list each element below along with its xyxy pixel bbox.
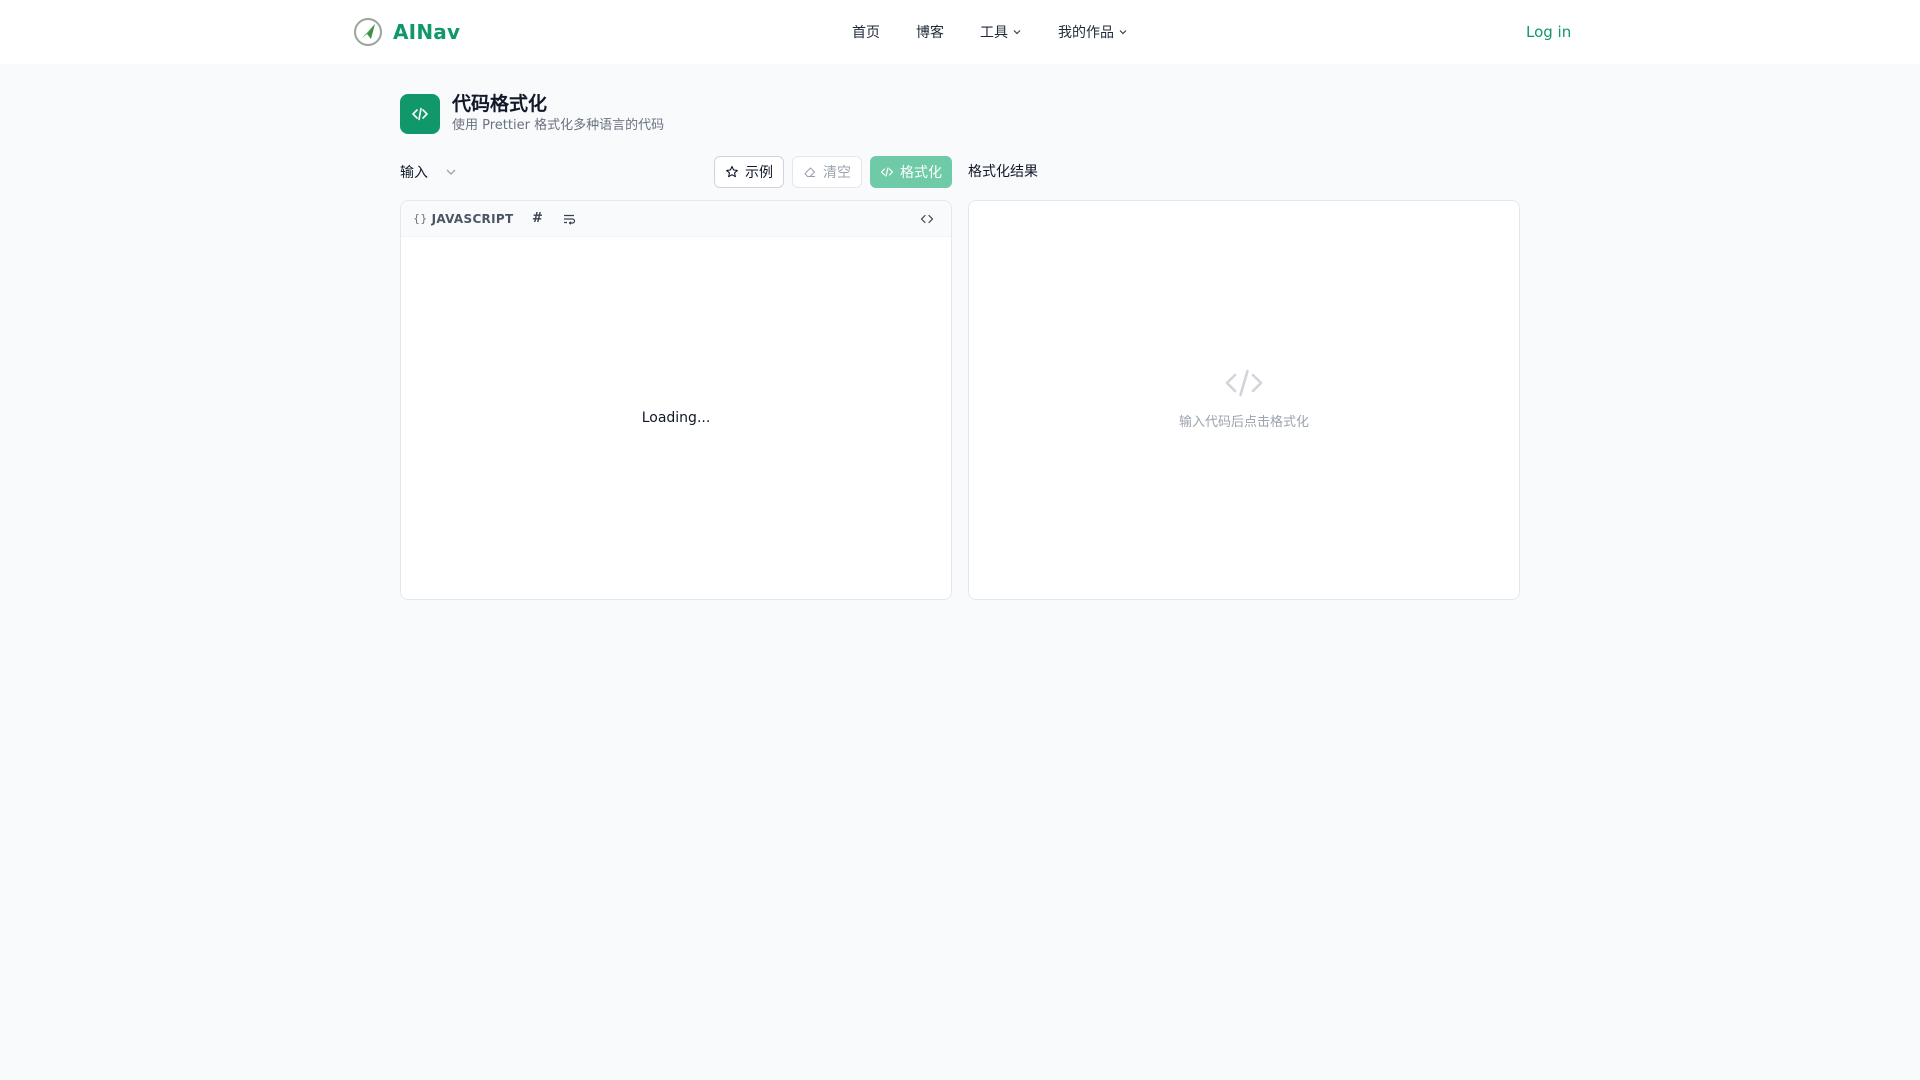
hash-icon: # bbox=[532, 211, 543, 226]
result-empty-text: 输入代码后点击格式化 bbox=[1178, 415, 1309, 430]
clear-button-label: 清空 bbox=[823, 165, 851, 181]
brand-link[interactable]: AINav bbox=[353, 16, 460, 48]
tool-text: 代码格式化 使用 Prettier 格式化多种语言的代码 bbox=[452, 92, 664, 135]
language-label: JAVASCRIPT bbox=[431, 211, 514, 226]
loading-text: Loading... bbox=[641, 410, 711, 426]
page-subtitle: 使用 Prettier 格式化多种语言的代码 bbox=[452, 118, 665, 133]
language-select[interactable]: 输入 bbox=[400, 162, 458, 182]
chevron-down-icon bbox=[1119, 30, 1127, 35]
page-title: 代码格式化 bbox=[452, 93, 548, 115]
result-panel: 输入代码后点击格式化 bbox=[968, 200, 1520, 600]
nav-home-label: 首页 bbox=[852, 25, 880, 41]
result-empty-state: 输入代码后点击格式化 bbox=[969, 201, 1519, 599]
line-numbers-button[interactable]: # bbox=[527, 209, 547, 229]
chevron-down-icon bbox=[1013, 30, 1021, 35]
star-icon bbox=[726, 165, 738, 178]
format-button[interactable]: 格式化 bbox=[870, 156, 952, 188]
language-badge: {} JAVASCRIPT bbox=[413, 212, 513, 226]
nav-my-works-label: 我的作品 bbox=[1058, 25, 1114, 41]
code-icon bbox=[880, 167, 894, 177]
nav-tools[interactable]: 工具 bbox=[980, 22, 1022, 42]
input-editor-panel: {} JAVASCRIPT # Loading... bbox=[400, 200, 952, 600]
nav-my-works[interactable]: 我的作品 bbox=[1058, 22, 1128, 42]
main-nav: 首页 博客 工具 我的作品 bbox=[852, 20, 1128, 44]
code-icon bbox=[1225, 369, 1263, 397]
example-button-label: 示例 bbox=[745, 165, 773, 181]
input-toolbar: 输入 bbox=[400, 160, 458, 184]
editor-loading[interactable]: Loading... bbox=[401, 237, 951, 599]
tool-header: 代码格式化 使用 Prettier 格式化多种语言的代码 bbox=[400, 92, 664, 135]
word-wrap-button[interactable] bbox=[559, 209, 579, 229]
top-navbar: AINav 首页 博客 工具 我的作品 Log in bbox=[0, 0, 1920, 64]
editor-toolbar: {} JAVASCRIPT # bbox=[401, 201, 951, 237]
nav-blog[interactable]: 博客 bbox=[916, 22, 944, 42]
example-button[interactable]: 示例 bbox=[714, 156, 784, 188]
format-button-label: 格式化 bbox=[900, 165, 942, 181]
clear-button[interactable]: 清空 bbox=[792, 156, 862, 188]
eraser-icon bbox=[804, 167, 816, 178]
braces-icon: {} bbox=[413, 212, 428, 225]
code-brackets-icon bbox=[920, 214, 934, 224]
nav-home[interactable]: 首页 bbox=[852, 22, 880, 42]
code-icon bbox=[400, 93, 440, 134]
brand-name: AINav bbox=[393, 20, 461, 44]
code-view-toggle[interactable] bbox=[917, 209, 937, 229]
wrap-icon bbox=[564, 214, 576, 225]
nav-blog-label: 博客 bbox=[916, 25, 944, 41]
chevron-down-icon bbox=[446, 169, 456, 175]
logo-icon bbox=[354, 18, 382, 46]
input-label: 输入 bbox=[400, 165, 428, 181]
login-link[interactable]: Log in bbox=[1526, 20, 1571, 44]
result-label: 格式化结果 bbox=[968, 164, 1038, 180]
nav-tools-label: 工具 bbox=[980, 25, 1008, 41]
